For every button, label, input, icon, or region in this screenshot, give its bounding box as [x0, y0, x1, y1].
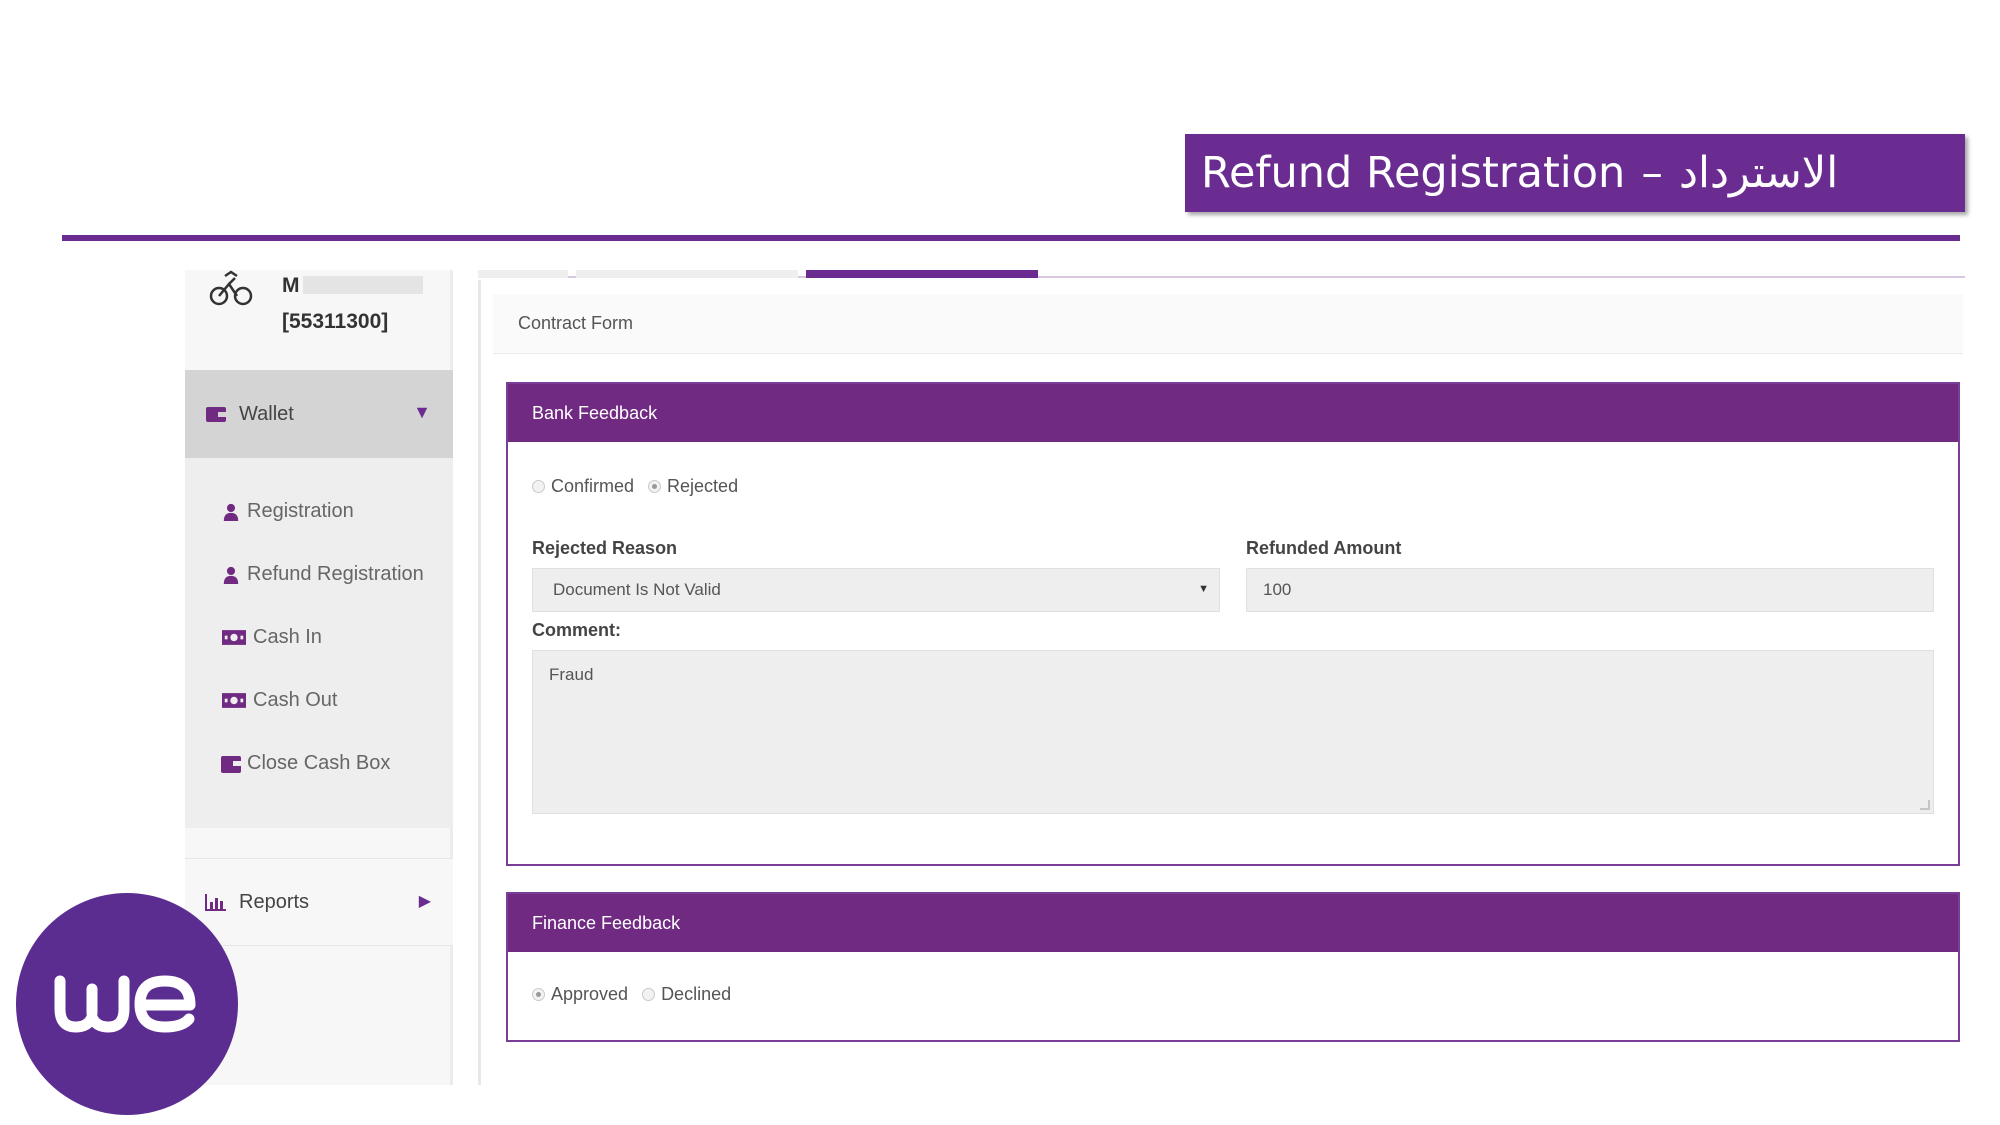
sidebar-item-label: Cash Out: [253, 689, 338, 711]
wallet-icon: [206, 407, 226, 422]
confirmed-radio[interactable]: [532, 480, 545, 493]
bank-feedback-panel: Bank Feedback Confirmed Rejected Rejecte…: [506, 382, 1960, 866]
contract-form-header: Contract Form: [493, 294, 1963, 354]
sidebar-item-refund-registration[interactable]: Refund Registration: [221, 563, 424, 586]
user-bike-icon: [209, 270, 253, 306]
user-account-id: [55311300]: [282, 310, 389, 333]
tab-2[interactable]: [576, 270, 798, 278]
bank-feedback-options: Confirmed Rejected: [532, 476, 752, 497]
resize-handle-icon[interactable]: [1920, 800, 1930, 810]
approved-radio[interactable]: [532, 988, 545, 1001]
tab-1[interactable]: [478, 270, 568, 278]
slide-title-banner: Refund Registration – الاسترداد: [1185, 134, 1965, 212]
bar-chart-icon: [205, 894, 226, 911]
money-icon: [221, 691, 247, 711]
user-profile: M [55311300]: [185, 270, 453, 370]
declined-radio[interactable]: [642, 988, 656, 1001]
rejected-radio[interactable]: [648, 480, 662, 493]
wallet-submenu: Registration Refund Registration Cash In…: [185, 458, 453, 828]
slide-title-english: Refund Registration: [1201, 148, 1626, 198]
caret-down-icon: ▼: [1198, 583, 1209, 595]
finance-feedback-options: Approved Declined: [532, 984, 745, 1005]
confirmed-label: Confirmed: [551, 476, 635, 496]
tab-bar: [478, 270, 1965, 278]
finance-feedback-title: Finance Feedback: [508, 894, 1958, 952]
refunded-amount-field[interactable]: 100: [1246, 568, 1934, 612]
user-name: M: [282, 274, 300, 297]
sidebar-item-cash-out[interactable]: Cash Out: [221, 689, 337, 712]
sidebar-item-wallet[interactable]: Wallet ▼: [185, 370, 453, 458]
sidebar-item-label: Registration: [247, 500, 354, 522]
approved-label: Approved: [551, 984, 629, 1004]
rejected-reason-select[interactable]: Document Is Not Valid ▼: [532, 568, 1220, 612]
comment-value: Fraud: [549, 665, 594, 684]
user-name-redacted: [303, 276, 423, 294]
refunded-amount-value: 100: [1263, 580, 1292, 599]
main-content: Contract Form Bank Feedback Confirmed Re…: [478, 280, 1965, 1085]
sidebar-item-cash-in[interactable]: Cash In: [221, 626, 322, 649]
refunded-amount-label: Refunded Amount: [1246, 538, 1402, 558]
sidebar-item-wallet-label: Wallet: [239, 402, 294, 425]
sidebar-item-reports-label: Reports: [239, 890, 310, 913]
comment-label: Comment:: [532, 620, 621, 640]
sidebar-item-label: Close Cash Box: [247, 752, 391, 774]
chevron-right-icon: ▶: [418, 893, 431, 910]
sidebar-item-label: Cash In: [253, 626, 322, 648]
rejected-label: Rejected: [667, 476, 739, 496]
sidebar-item-reports[interactable]: Reports ▶: [185, 858, 453, 946]
rejected-reason-value: Document Is Not Valid: [553, 580, 721, 599]
tab-active[interactable]: [806, 270, 1038, 278]
bank-feedback-title: Bank Feedback: [508, 384, 1958, 442]
comment-textarea[interactable]: Fraud: [532, 650, 1934, 814]
declined-label: Declined: [661, 984, 732, 1004]
title-divider: [62, 235, 1960, 241]
wallet-icon: [221, 754, 241, 774]
money-icon: [221, 628, 247, 648]
rejected-reason-label: Rejected Reason: [532, 538, 678, 558]
sidebar-item-close-cash-box[interactable]: Close Cash Box: [221, 752, 390, 775]
user-icon: [221, 502, 241, 522]
sidebar-item-label: Refund Registration: [247, 563, 424, 585]
we-logo-mark: [54, 975, 196, 1033]
finance-feedback-panel: Finance Feedback Approved Declined: [506, 892, 1960, 1042]
chevron-down-icon: ▼: [413, 402, 431, 422]
slide-title-arabic: الاسترداد: [1678, 148, 1839, 198]
sidebar-item-registration[interactable]: Registration: [221, 500, 354, 523]
user-icon: [221, 565, 241, 585]
slide-title-separator: –: [1641, 148, 1663, 198]
we-logo: [16, 893, 238, 1115]
